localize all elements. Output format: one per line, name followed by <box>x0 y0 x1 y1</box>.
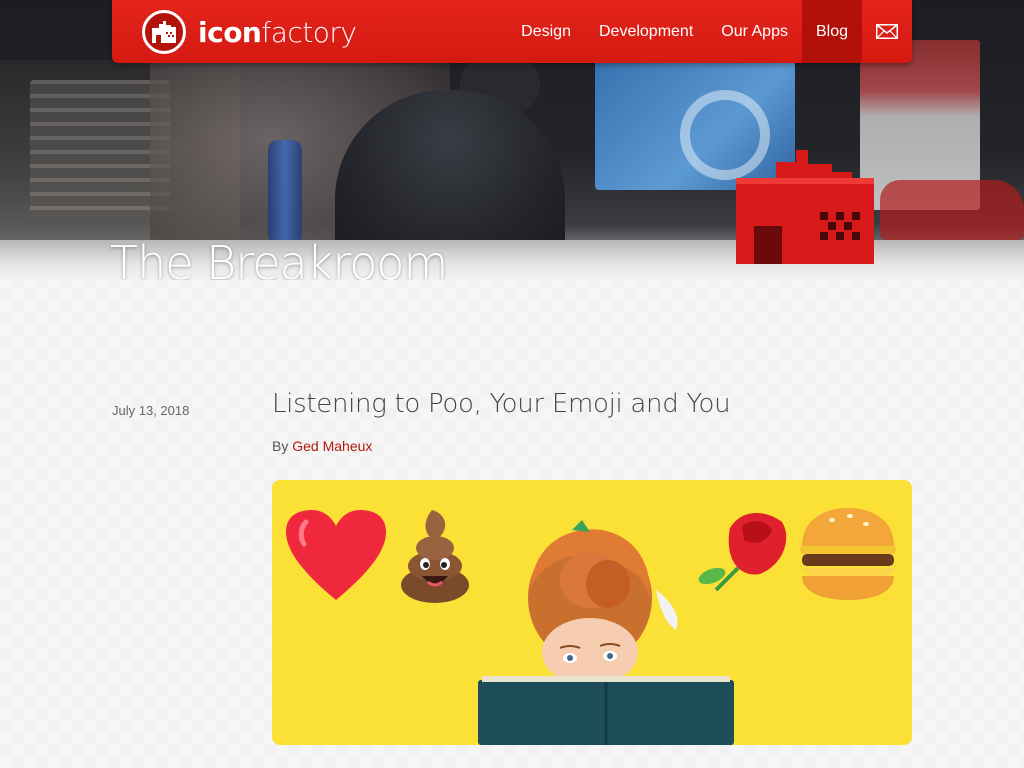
main-nav: Design Development Our Apps Blog <box>507 0 912 63</box>
hero-bottle <box>268 140 302 240</box>
woman-reading-image <box>478 520 734 745</box>
site-logo[interactable]: iconfactory <box>142 10 357 54</box>
site-header: iconfactory Design Development Our Apps … <box>112 0 912 63</box>
author-link[interactable]: Ged Maheux <box>292 438 372 454</box>
byline-label: By <box>272 438 289 454</box>
rose-emoji-icon <box>698 512 787 592</box>
post-date: July 13, 2018 <box>112 403 190 418</box>
nav-our-apps[interactable]: Our Apps <box>707 0 802 63</box>
hero-books <box>30 80 170 220</box>
poo-emoji-icon <box>401 510 469 603</box>
factory-logo-icon <box>142 10 186 54</box>
post-title[interactable]: Listening to Poo, Your Emoji and You <box>272 389 731 419</box>
brand-name: iconfactory <box>198 15 357 49</box>
nav-contact[interactable] <box>862 0 912 63</box>
post-feature-image[interactable] <box>272 480 912 745</box>
envelope-icon <box>876 24 898 39</box>
post-byline: By Ged Maheux <box>272 438 372 454</box>
lego-factory-icon <box>736 150 874 264</box>
nav-development[interactable]: Development <box>585 0 707 63</box>
burger-emoji-icon <box>800 508 896 600</box>
heart-emoji-icon <box>286 510 386 600</box>
hero-toy-car <box>880 180 1024 240</box>
nav-design[interactable]: Design <box>507 0 585 63</box>
nav-blog[interactable]: Blog <box>801 0 862 63</box>
page-title: The Breakroom <box>110 236 448 280</box>
